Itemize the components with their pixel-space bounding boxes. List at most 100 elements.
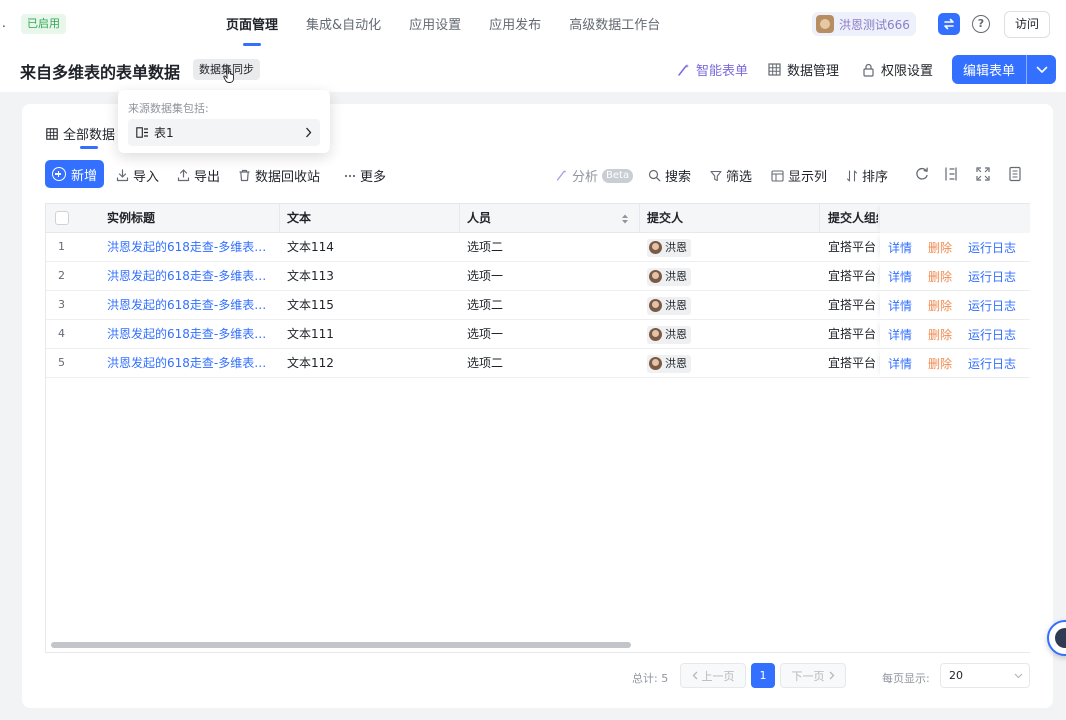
detail-link[interactable]: 详情 [888, 239, 912, 256]
avatar [649, 357, 662, 370]
detail-link[interactable]: 详情 [888, 326, 912, 343]
help-icon[interactable]: ? [972, 15, 990, 33]
delete-link[interactable]: 删除 [928, 355, 952, 372]
person-cell: 选项二 [467, 298, 504, 312]
delete-link[interactable]: 删除 [928, 239, 952, 256]
tab-integration-automation[interactable]: 集成&自动化 [292, 0, 395, 50]
detail-link[interactable]: 详情 [888, 297, 912, 314]
user-chip[interactable]: 洪恩测试666 [812, 12, 916, 36]
table-row[interactable]: 3 洪恩发起的618走查-多维表复制测试 文本115 选项二 洪恩 宜搭平台 详… [46, 291, 1030, 320]
recycle-bin-button[interactable]: 数据回收站 [238, 166, 320, 185]
text-cell: 文本112 [287, 356, 334, 370]
view-tab-indicator [80, 146, 98, 149]
export-button[interactable]: 导出 [177, 166, 220, 185]
row-index: 5 [58, 356, 65, 369]
text-cell: 文本114 [287, 240, 334, 254]
mouse-cursor-icon [223, 66, 234, 83]
delete-link[interactable]: 删除 [928, 268, 952, 285]
column-header-person[interactable]: 人员 [467, 204, 491, 233]
current-page[interactable]: 1 [751, 663, 775, 688]
show-columns-label: 显示列 [788, 170, 828, 185]
detail-link[interactable]: 详情 [888, 268, 912, 285]
submitter-cell: 洪恩 [647, 320, 691, 348]
instance-title-link[interactable]: 洪恩发起的618走查-多维表复制测试 [107, 349, 277, 377]
refresh-icon[interactable] [914, 166, 930, 182]
data-card: 全部数据 新增 导入 导出 数据回收站 更多 分析 Beta 搜索 筛选 显示列… [22, 104, 1053, 708]
search-label: 搜索 [665, 170, 692, 185]
delete-link[interactable]: 删除 [928, 297, 952, 314]
main-nav-tabs: 页面管理 集成&自动化 应用设置 应用发布 高级数据工作台 [212, 0, 674, 50]
analyze-button[interactable]: 分析 Beta [555, 166, 634, 185]
source-dataset-item[interactable]: 表1 [128, 119, 320, 146]
chevron-right-icon [829, 671, 834, 680]
select-all-checkbox[interactable] [55, 211, 69, 225]
search-button[interactable]: 搜索 [648, 166, 691, 185]
user-avatar [816, 15, 834, 33]
next-page-button[interactable]: 下一页 [780, 663, 846, 688]
smart-form-button[interactable]: 智能表单 [676, 60, 748, 79]
data-management-button[interactable]: 数据管理 [768, 60, 839, 79]
view-tab-all-data[interactable]: 全部数据 [46, 124, 115, 143]
view-tab-label: 全部数据 [63, 128, 116, 143]
instance-title-link[interactable]: 洪恩发起的618走查-多维表复制测试 [107, 233, 277, 261]
column-divider[interactable] [819, 204, 820, 233]
instance-title-link[interactable]: 洪恩发起的618走查-多维表复制测试 [107, 320, 277, 348]
permission-settings-button[interactable]: 权限设置 [862, 60, 933, 79]
run-log-link[interactable]: 运行日志 [968, 326, 1016, 343]
row-height-icon[interactable] [943, 166, 959, 182]
run-log-link[interactable]: 运行日志 [968, 268, 1016, 285]
run-log-link[interactable]: 运行日志 [968, 297, 1016, 314]
column-header-text[interactable]: 文本 [287, 204, 311, 233]
org-cell: 宜搭平台 [828, 327, 877, 341]
instance-title-link[interactable]: 洪恩发起的618走查-多维表复制测试 [107, 262, 277, 290]
org-cell: 宜搭平台 [828, 240, 877, 254]
add-record-button[interactable]: 新增 [45, 160, 104, 188]
import-button[interactable]: 导入 [116, 166, 159, 185]
filter-button[interactable]: 筛选 [710, 166, 752, 185]
user-name: 洪恩测试666 [839, 17, 910, 32]
run-log-link[interactable]: 运行日志 [968, 355, 1016, 372]
delete-link[interactable]: 删除 [928, 326, 952, 343]
detail-link[interactable]: 详情 [888, 355, 912, 372]
data-management-label: 数据管理 [787, 64, 840, 79]
avatar [649, 241, 662, 254]
tab-app-settings[interactable]: 应用设置 [395, 0, 475, 50]
tab-app-publish[interactable]: 应用发布 [475, 0, 555, 50]
table-row[interactable]: 2 洪恩发起的618走查-多维表复制测试 文本113 选项一 洪恩 宜搭平台 详… [46, 262, 1030, 291]
recycle-bin-label: 数据回收站 [255, 170, 321, 185]
import-label: 导入 [133, 170, 160, 185]
show-columns-button[interactable]: 显示列 [771, 166, 827, 185]
run-log-link[interactable]: 运行日志 [968, 239, 1016, 256]
submitter-name: 洪恩 [665, 240, 687, 254]
per-page-select[interactable]: 20 [940, 663, 1030, 688]
row-actions: 详情 删除 运行日志 [880, 320, 1030, 348]
horizontal-scrollbar[interactable] [51, 642, 631, 648]
column-divider[interactable] [639, 204, 640, 233]
instance-title-link[interactable]: 洪恩发起的618走查-多维表复制测试 [107, 291, 277, 319]
column-divider[interactable] [279, 204, 280, 233]
assistant-button[interactable] [938, 13, 960, 35]
column-divider[interactable] [459, 204, 460, 233]
visit-button[interactable]: 访问 [1004, 11, 1050, 38]
column-header-title[interactable]: 实例标题 [107, 204, 155, 233]
submitter-chip: 洪恩 [647, 325, 691, 344]
table-row[interactable]: 1 洪恩发起的618走查-多维表复制测试 文本114 选项二 洪恩 宜搭平台 详… [46, 233, 1030, 262]
sort-button[interactable]: 排序 [846, 166, 888, 185]
fullscreen-icon[interactable] [975, 166, 991, 182]
table-row[interactable]: 4 洪恩发起的618走查-多维表复制测试 文本111 选项一 洪恩 宜搭平台 详… [46, 320, 1030, 349]
edit-form-button[interactable]: 编辑表单 [952, 55, 1056, 84]
table-row[interactable]: 5 洪恩发起的618走查-多维表复制测试 文本112 选项二 洪恩 宜搭平台 详… [46, 349, 1030, 378]
submitter-chip: 洪恩 [647, 354, 691, 373]
more-dots-icon [344, 174, 356, 177]
chevron-down-icon[interactable] [1027, 66, 1056, 74]
column-header-submitter-org[interactable]: 提交人组织 [828, 204, 878, 233]
prev-page-button[interactable]: 上一页 [680, 663, 746, 688]
more-button[interactable]: 更多 [344, 166, 386, 185]
filter-icon [710, 170, 722, 181]
tab-page-management[interactable]: 页面管理 [212, 0, 292, 50]
tab-advanced-data-workbench[interactable]: 高级数据工作台 [555, 0, 674, 50]
avatar [649, 328, 662, 341]
sort-arrows-icon[interactable] [621, 213, 629, 225]
column-header-submitter[interactable]: 提交人 [647, 204, 683, 233]
print-icon[interactable] [1007, 166, 1023, 182]
